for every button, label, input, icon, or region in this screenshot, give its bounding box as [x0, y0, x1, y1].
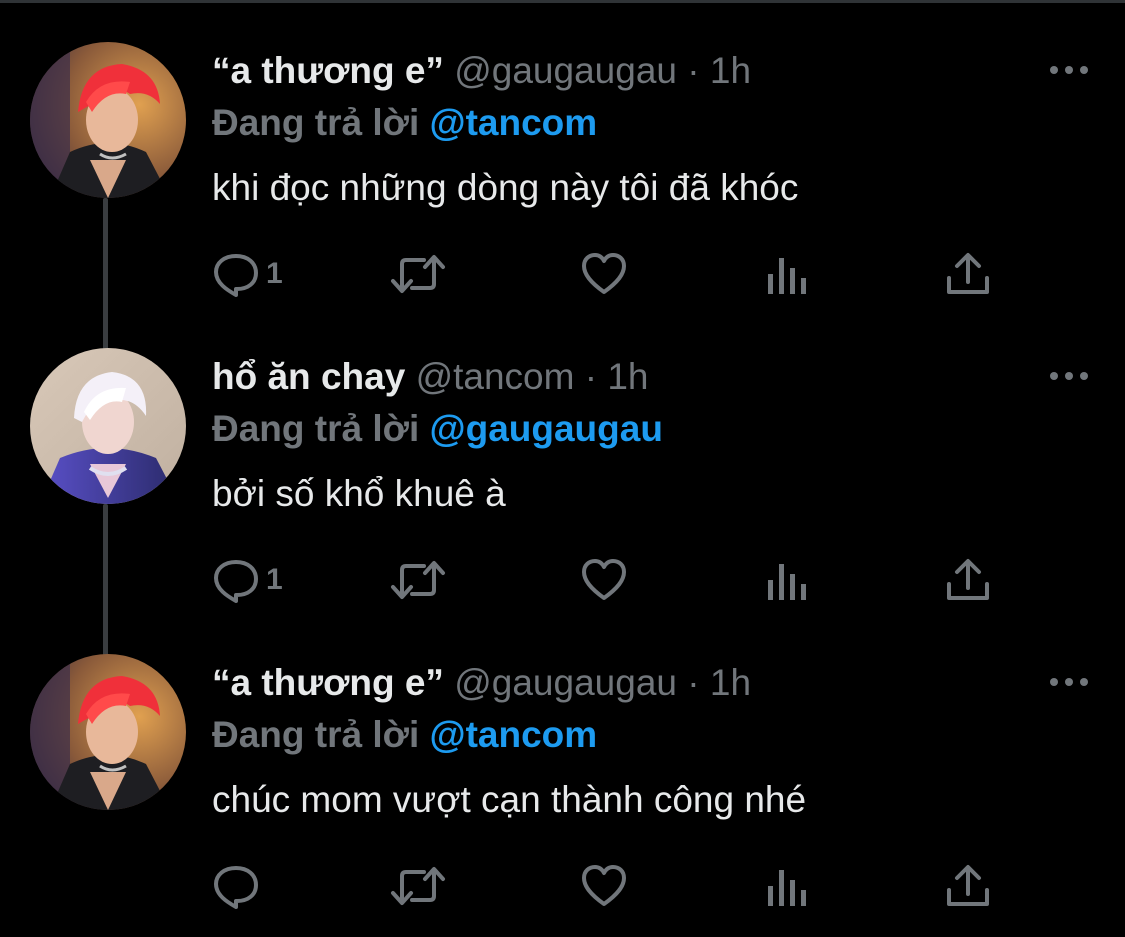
tweet-header: hổ ăn chay @tancom · 1h — [212, 352, 649, 402]
tweet-3[interactable]: “a thương e” @gaugaugau · 1h Đang trả lờ… — [0, 612, 1125, 918]
tweet-2[interactable]: hổ ăn chay @tancom · 1h Đang trả lời @ga… — [0, 306, 1125, 612]
replying-to-link[interactable]: @tancom — [430, 102, 598, 143]
like-button[interactable] — [580, 246, 628, 302]
like-icon — [582, 865, 626, 906]
reply-icon — [214, 560, 258, 603]
share-button[interactable] — [944, 246, 992, 302]
replying-to: Đang trả lời @gaugaugau — [212, 404, 663, 454]
analytics-icon — [768, 564, 806, 600]
tweet-actions — [212, 858, 1012, 914]
display-name[interactable]: “a thương e” — [212, 662, 444, 703]
user-handle[interactable]: @tancom — [416, 356, 575, 397]
retweet-icon — [391, 867, 445, 905]
tweet-header: “a thương e” @gaugaugau · 1h — [212, 46, 751, 96]
analytics-icon — [768, 870, 806, 906]
like-icon — [582, 253, 626, 294]
tweet-actions: 1 — [212, 246, 1012, 302]
avatar[interactable] — [30, 42, 186, 198]
replying-to-link[interactable]: @tancom — [430, 714, 598, 755]
more-options-button[interactable] — [1049, 362, 1089, 390]
avatar[interactable] — [30, 654, 186, 810]
timestamp[interactable]: 1h — [607, 356, 648, 397]
share-icon — [947, 559, 989, 600]
like-button[interactable] — [580, 552, 628, 608]
more-icon — [1050, 678, 1088, 686]
analytics-icon — [768, 258, 806, 294]
replying-to: Đang trả lời @tancom — [212, 710, 597, 760]
more-icon — [1050, 372, 1088, 380]
avatar[interactable] — [30, 348, 186, 504]
reply-count: 1 — [266, 257, 283, 290]
timestamp[interactable]: 1h — [710, 662, 751, 703]
tweet-header: “a thương e” @gaugaugau · 1h — [212, 658, 751, 708]
like-button[interactable] — [580, 858, 628, 914]
reply-button[interactable]: 1 — [212, 246, 283, 302]
retweet-icon — [391, 561, 445, 599]
reply-button[interactable] — [212, 858, 266, 914]
share-icon — [947, 865, 989, 906]
separator-dot: · — [584, 356, 598, 397]
like-icon — [582, 559, 626, 600]
separator-dot: · — [687, 662, 700, 703]
display-name[interactable]: hổ ăn chay — [212, 356, 405, 397]
retweet-button[interactable] — [390, 552, 446, 608]
retweet-button[interactable] — [390, 246, 446, 302]
replying-to-label: Đang trả lời — [212, 714, 420, 755]
display-name[interactable]: “a thương e” — [212, 50, 444, 91]
share-icon — [947, 253, 989, 294]
analytics-button[interactable] — [764, 858, 808, 914]
share-button[interactable] — [944, 858, 992, 914]
more-options-button[interactable] — [1049, 668, 1089, 696]
separator-dot: · — [687, 50, 700, 91]
user-handle[interactable]: @gaugaugau — [454, 662, 677, 703]
analytics-button[interactable] — [764, 552, 808, 608]
share-button[interactable] — [944, 552, 992, 608]
replying-to-label: Đang trả lời — [212, 408, 420, 449]
more-options-button[interactable] — [1049, 56, 1089, 84]
tweet-1[interactable]: “a thương e” @gaugaugau · 1h Đang trả lờ… — [0, 0, 1125, 306]
replying-to-label: Đang trả lời — [212, 102, 420, 143]
tweet-text: khi đọc những dòng này tôi đã khóc — [212, 167, 799, 208]
reply-icon — [214, 866, 258, 909]
tweet-actions: 1 — [212, 552, 1012, 608]
tweet-text: bởi số khổ khuê à — [212, 473, 506, 514]
tweet-text: chúc mom vượt cạn thành công nhé — [212, 779, 807, 820]
replying-to: Đang trả lời @tancom — [212, 98, 597, 148]
reply-icon — [214, 254, 258, 297]
reply-button[interactable]: 1 — [212, 552, 283, 608]
reply-count: 1 — [266, 563, 283, 596]
replying-to-link[interactable]: @gaugaugau — [430, 408, 663, 449]
analytics-button[interactable] — [764, 246, 808, 302]
retweet-icon — [391, 255, 445, 293]
retweet-button[interactable] — [390, 858, 446, 914]
timestamp[interactable]: 1h — [710, 50, 751, 91]
user-handle[interactable]: @gaugaugau — [454, 50, 677, 91]
more-icon — [1050, 66, 1088, 74]
